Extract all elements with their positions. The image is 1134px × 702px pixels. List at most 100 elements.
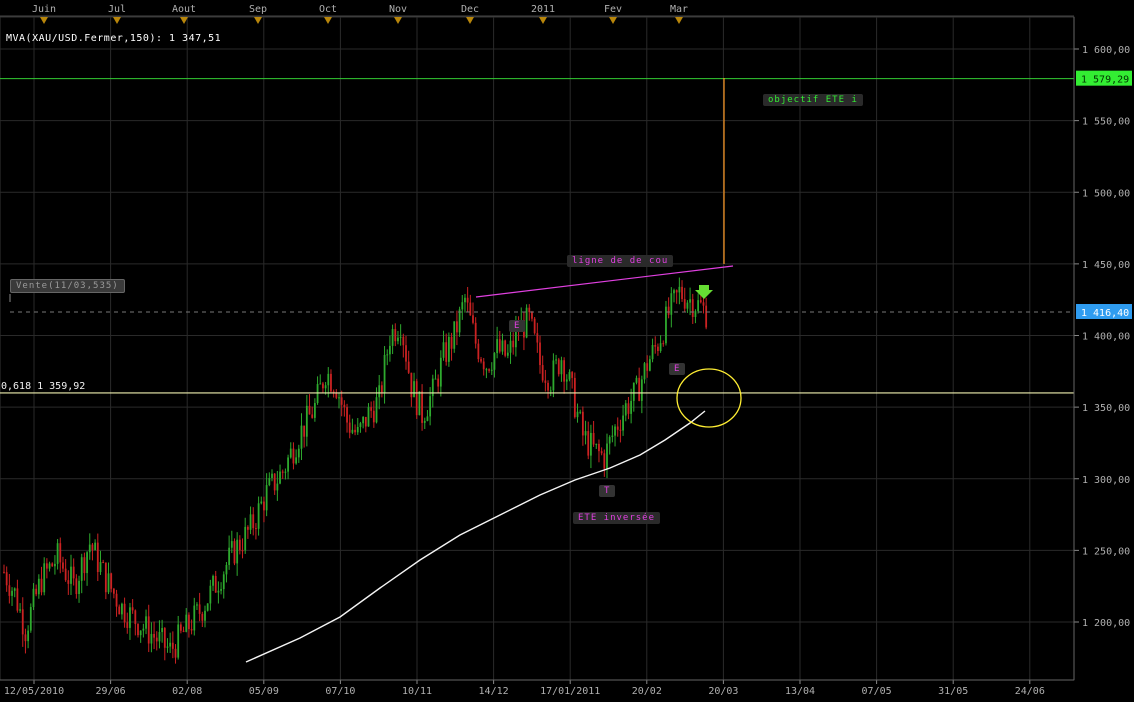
candle-body bbox=[244, 526, 247, 551]
candle-body bbox=[206, 603, 209, 611]
candle-body bbox=[498, 339, 501, 352]
candle-body bbox=[496, 339, 499, 354]
candle-body bbox=[292, 448, 295, 464]
candle-body bbox=[112, 588, 115, 594]
candle-body bbox=[324, 385, 327, 389]
candle-body bbox=[48, 563, 51, 569]
candle-body bbox=[657, 346, 659, 352]
candle-body bbox=[273, 473, 276, 491]
candle-body bbox=[429, 396, 432, 417]
candle-body bbox=[59, 543, 62, 563]
target-price-text: 1 579,29 bbox=[1081, 75, 1129, 86]
candle-body bbox=[86, 552, 88, 574]
candle-body bbox=[327, 373, 330, 386]
candle-body bbox=[603, 453, 606, 469]
highlight-circle bbox=[676, 368, 742, 428]
x-tick-label: 07/10 bbox=[325, 686, 355, 697]
candle-body bbox=[423, 420, 426, 423]
candle-body bbox=[573, 377, 576, 418]
candle-body bbox=[372, 410, 375, 423]
candle-body bbox=[638, 377, 641, 401]
candle-body bbox=[161, 628, 164, 633]
candle-body bbox=[281, 471, 284, 473]
candle-body bbox=[305, 405, 308, 437]
month-label: Dec bbox=[461, 4, 479, 15]
candle-body bbox=[257, 503, 260, 529]
candle-body bbox=[316, 384, 319, 404]
candle-body bbox=[699, 300, 702, 303]
left-shoulder-annotation: E bbox=[509, 320, 526, 332]
month-marker-icon bbox=[40, 17, 48, 24]
candle-body bbox=[434, 378, 437, 380]
candle-body bbox=[501, 340, 504, 352]
candle-body bbox=[158, 632, 161, 642]
candle-body bbox=[225, 564, 228, 575]
candle-body bbox=[394, 329, 397, 342]
month-label: Sep bbox=[249, 4, 267, 15]
x-tick-label: 13/04 bbox=[785, 686, 815, 697]
candle-body bbox=[418, 391, 421, 416]
candle-body bbox=[43, 563, 46, 593]
month-marker-icon bbox=[609, 17, 617, 24]
candle-body bbox=[445, 342, 448, 362]
candle-body bbox=[560, 360, 563, 375]
candle-body bbox=[351, 429, 354, 433]
candle-body bbox=[648, 359, 651, 371]
candle-body bbox=[322, 383, 324, 389]
candle-body bbox=[198, 604, 201, 614]
candle-body bbox=[297, 448, 300, 458]
x-tick-label: 02/08 bbox=[172, 686, 202, 697]
candle-body bbox=[485, 369, 488, 371]
month-label: Nov bbox=[389, 4, 407, 15]
candle-body bbox=[67, 580, 70, 584]
candle-body bbox=[134, 610, 137, 625]
candle-body bbox=[354, 429, 356, 433]
candle-body bbox=[590, 432, 592, 456]
candle-body bbox=[555, 359, 557, 361]
candle-body bbox=[319, 383, 322, 385]
candle-body bbox=[619, 429, 622, 431]
candle-body bbox=[670, 293, 673, 315]
candle-body bbox=[689, 299, 691, 303]
candle-body bbox=[222, 574, 225, 590]
neckline bbox=[475, 265, 734, 298]
candle-body bbox=[595, 443, 598, 445]
x-tick-label: 20/03 bbox=[708, 686, 738, 697]
y-tick-label: 1 200,00 bbox=[1082, 618, 1130, 629]
y-tick-label: 1 600,00 bbox=[1082, 45, 1130, 56]
candle-body bbox=[616, 426, 619, 430]
candle-body bbox=[410, 372, 413, 398]
candle-body bbox=[3, 571, 5, 573]
candle-body bbox=[196, 604, 198, 606]
candle-body bbox=[338, 397, 340, 399]
candle-body bbox=[212, 575, 214, 586]
candle-body bbox=[83, 557, 86, 574]
annotations-layer: 1 579,29 0,618 1 359,92 1 416,40 bbox=[0, 70, 1132, 663]
candle-body bbox=[99, 562, 102, 573]
candle-body bbox=[397, 337, 399, 342]
candle-body bbox=[458, 309, 461, 333]
x-tick-label: 20/02 bbox=[632, 686, 662, 697]
candle-body bbox=[311, 414, 314, 418]
candle-body bbox=[359, 423, 362, 427]
candle-body bbox=[21, 609, 24, 635]
candle-body bbox=[667, 306, 670, 315]
candle-body bbox=[217, 590, 220, 593]
candle-body bbox=[630, 400, 633, 414]
candle-body bbox=[386, 354, 389, 356]
candle-body bbox=[547, 382, 549, 391]
candle-body bbox=[276, 483, 279, 491]
candle-body bbox=[539, 342, 541, 366]
candle-body bbox=[493, 353, 496, 370]
month-label: Oct bbox=[319, 4, 337, 15]
candle-body bbox=[236, 539, 239, 564]
candle-body bbox=[673, 290, 675, 294]
candle-body bbox=[340, 397, 343, 405]
candle-body bbox=[568, 372, 571, 380]
sell-marker-label[interactable]: Vente(11/03,535) bbox=[10, 279, 125, 293]
candle-body bbox=[80, 557, 83, 581]
axes: 1 600,00 1 550,00 1 500,00 1 450,00 1 400,00… bbox=[0, 17, 1130, 697]
candle-body bbox=[121, 603, 123, 615]
month-marker-icon bbox=[675, 17, 683, 24]
candle-body bbox=[654, 344, 657, 347]
